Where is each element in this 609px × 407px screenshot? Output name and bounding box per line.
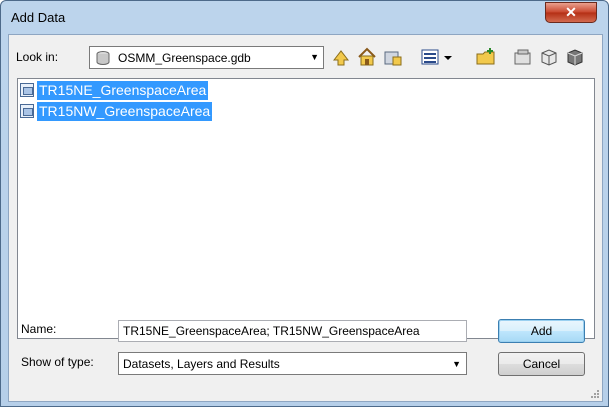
show-of-type-dropdown[interactable]: Datasets, Layers and Results ▼ — [118, 352, 467, 375]
window-title: Add Data — [11, 10, 66, 25]
name-field[interactable]: TR15NE_GreenspaceArea; TR15NW_Greenspace… — [118, 320, 467, 342]
chevron-down-icon: ▼ — [310, 52, 319, 62]
close-icon: ✕ — [565, 4, 577, 20]
new-folder-icon[interactable] — [475, 46, 497, 68]
look-in-label: Look in: — [16, 50, 59, 64]
cancel-button[interactable]: Cancel — [498, 352, 585, 376]
list-item-label: TR15NE_GreenspaceArea — [37, 81, 209, 100]
chevron-down-icon: ▼ — [452, 359, 461, 369]
file-list[interactable]: TR15NE_GreenspaceArea TR15NW_GreenspaceA… — [17, 78, 595, 339]
name-field-value: TR15NE_GreenspaceArea; TR15NW_Greenspace… — [123, 324, 420, 338]
geodatabase-icon — [96, 51, 110, 65]
feature-class-icon — [20, 83, 34, 97]
view-dropdown-chevron-icon[interactable] — [441, 46, 455, 68]
show-of-type-label: Show of type: — [21, 355, 94, 369]
look-in-dropdown[interactable]: OSMM_Greenspace.gdb ▼ — [89, 46, 324, 69]
connect-folder-icon[interactable] — [382, 46, 404, 68]
catalog-icon-1[interactable] — [512, 46, 534, 68]
feature-class-icon — [20, 104, 34, 118]
catalog-icon-3[interactable] — [564, 46, 586, 68]
look-in-value: OSMM_Greenspace.gdb — [118, 51, 251, 65]
view-list-icon[interactable] — [420, 46, 442, 68]
title-bar[interactable]: Add Data ✕ — [1, 1, 608, 35]
resize-grip-icon[interactable] — [590, 389, 600, 399]
home-icon[interactable] — [356, 46, 378, 68]
close-button[interactable]: ✕ — [545, 2, 597, 23]
add-data-dialog: Add Data ✕ Look in: OSMM_Greenspace.gdb … — [0, 0, 609, 407]
up-one-level-icon[interactable] — [330, 46, 352, 68]
show-of-type-value: Datasets, Layers and Results — [123, 357, 280, 371]
add-button[interactable]: Add — [498, 319, 585, 343]
dialog-body: Look in: OSMM_Greenspace.gdb ▼ TR15NE_Gr… — [8, 34, 603, 402]
name-label: Name: — [21, 322, 57, 336]
list-item-label: TR15NW_GreenspaceArea — [37, 102, 213, 121]
catalog-icon-2[interactable] — [538, 46, 560, 68]
